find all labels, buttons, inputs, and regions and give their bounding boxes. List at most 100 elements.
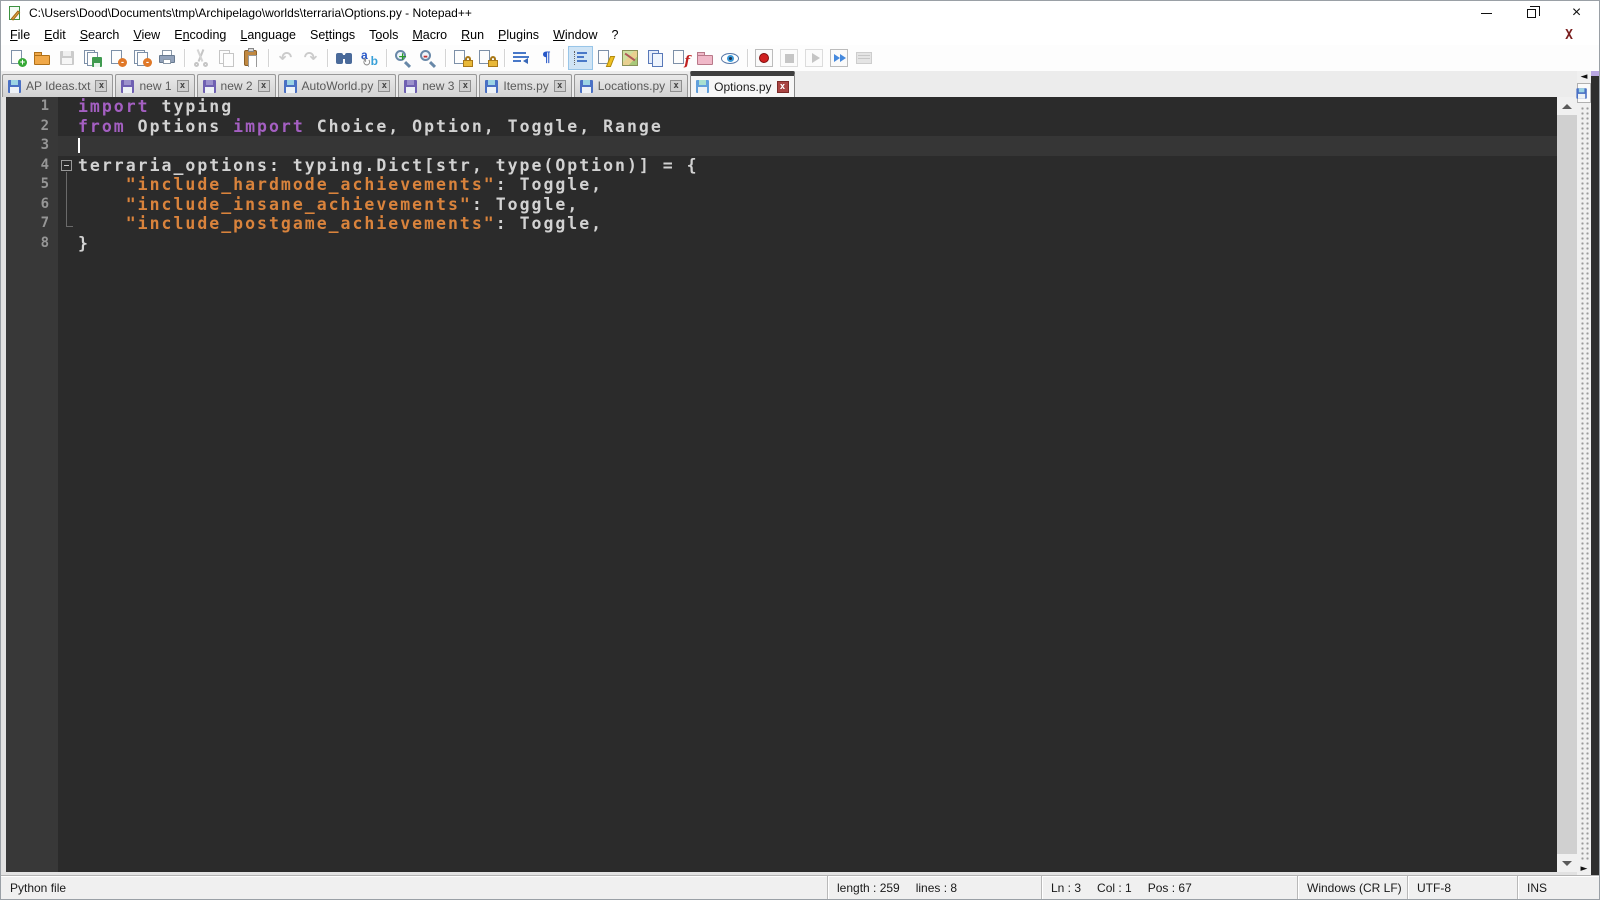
show-all-characters-icon[interactable]: ¶ — [535, 47, 558, 69]
menu-help[interactable]: ? — [605, 26, 626, 44]
menu-run[interactable]: Run — [454, 26, 491, 44]
word-wrap-icon[interactable] — [510, 47, 533, 69]
document-close-icon[interactable]: X — [1565, 28, 1573, 43]
close-tab-icon[interactable]: x — [95, 80, 108, 92]
close-tab-icon[interactable]: x — [378, 80, 391, 92]
close-tab-icon[interactable]: x — [670, 80, 683, 92]
tab-new-3[interactable]: new 3 x — [398, 74, 478, 97]
docked-panel-tab[interactable] — [1576, 83, 1591, 103]
menu-plugins[interactable]: Plugins — [491, 26, 546, 44]
status-eol: Windows (CR LF) — [1307, 880, 1402, 895]
menu-language[interactable]: Language — [233, 26, 303, 44]
code-text: } — [78, 233, 90, 253]
close-tab-icon[interactable]: x — [176, 80, 189, 92]
arrow-up-icon — [1562, 103, 1572, 109]
docked-panel-body — [1591, 76, 1599, 875]
status-typing-mode[interactable]: INS — [1527, 881, 1547, 895]
docked-panel-cutoff — [1591, 71, 1599, 875]
menu-tools[interactable]: Tools — [362, 26, 405, 44]
tab-autoworld-py[interactable]: AutoWorld.py x — [277, 74, 397, 97]
splitter-grip[interactable] — [1579, 105, 1589, 861]
macro-play-icon[interactable] — [803, 47, 826, 69]
find-icon[interactable] — [333, 47, 356, 69]
save-icon[interactable] — [56, 47, 79, 69]
macro-save-icon[interactable] — [853, 47, 876, 69]
close-button[interactable]: × — [1554, 1, 1599, 25]
paste-icon[interactable] — [240, 47, 263, 69]
tab-new-2[interactable]: new 2 x — [196, 74, 276, 97]
indent-guide-icon[interactable] — [568, 46, 593, 70]
fold-guide — [66, 226, 73, 227]
redo-icon[interactable]: ↷ — [299, 47, 322, 69]
scroll-down-button[interactable] — [1557, 854, 1577, 872]
zoom-in-icon[interactable]: + — [392, 47, 415, 69]
code-line: 7 "include_postgame_achievements": Toggl… — [6, 214, 1557, 234]
function-list-icon[interactable]: f — [669, 47, 692, 69]
monitoring-icon[interactable] — [719, 47, 742, 69]
panel-collapse-right-icon[interactable]: ► — [1581, 863, 1588, 875]
cut-icon[interactable] — [190, 47, 213, 69]
open-folder-icon[interactable] — [31, 47, 54, 69]
undo-icon[interactable]: ↶ — [274, 47, 297, 69]
line-number: 4 — [6, 155, 58, 175]
menu-search[interactable]: Search — [73, 26, 127, 44]
close-all-icon[interactable]: - — [131, 47, 154, 69]
macro-stop-icon[interactable] — [778, 47, 801, 69]
new-file-icon[interactable]: + — [6, 47, 29, 69]
document-map-icon[interactable] — [619, 47, 642, 69]
fold-collapse-icon[interactable] — [61, 159, 72, 171]
close-tab-icon[interactable]: x — [459, 80, 472, 92]
restore-button[interactable] — [1509, 1, 1554, 25]
menu-window[interactable]: Window — [546, 26, 604, 44]
menu-view[interactable]: View — [126, 26, 167, 44]
macro-record-icon[interactable] — [753, 47, 776, 69]
code-text: terraria_options: typing.Dict[str, type(… — [78, 155, 699, 175]
vertical-scrollbar[interactable] — [1557, 97, 1577, 872]
sync-vertical-icon[interactable] — [451, 47, 474, 69]
folder-as-workspace-icon[interactable] — [694, 47, 717, 69]
replace-icon[interactable]: a b ↻ — [358, 47, 381, 69]
print-icon[interactable] — [156, 47, 179, 69]
user-defined-language-icon[interactable] — [594, 47, 617, 69]
tab-new-1[interactable]: new 1 x — [115, 74, 195, 97]
tab-items-py[interactable]: Items.py x — [479, 74, 572, 97]
tab-options-py[interactable]: Options.py x — [690, 71, 795, 97]
panel-splitter[interactable]: ◄ ► — [1576, 71, 1591, 875]
close-file-icon[interactable]: - — [106, 47, 129, 69]
copy-icon[interactable] — [215, 47, 238, 69]
close-tab-icon[interactable]: x — [553, 80, 566, 92]
code-text — [76, 136, 1557, 156]
code-line: 6 "include_insane_achievements": Toggle, — [6, 194, 1557, 214]
fold-guide — [66, 194, 67, 214]
document-list-icon[interactable] — [644, 47, 667, 69]
minimize-button[interactable] — [1464, 1, 1509, 25]
editor-empty-area[interactable] — [6, 253, 1557, 872]
menu-macro[interactable]: Macro — [405, 26, 454, 44]
fold-margin — [58, 253, 76, 872]
zoom-out-icon[interactable]: - — [417, 47, 440, 69]
status-line: Ln : 3 — [1051, 880, 1082, 895]
scroll-up-button[interactable] — [1557, 97, 1577, 115]
tab-scroll-left-icon[interactable]: ◄ — [1581, 71, 1588, 83]
tab-label: new 1 — [139, 79, 172, 93]
minimize-icon — [1481, 12, 1492, 14]
tab-locations-py[interactable]: Locations.py x — [573, 74, 689, 97]
window-title: C:\Users\Dood\Documents\tmp\Archipelago\… — [29, 6, 472, 20]
code-line: 2 from Options import Choice, Option, Tog… — [6, 116, 1557, 136]
menu-edit[interactable]: Edit — [37, 26, 73, 44]
code-text: "include_postgame_achievements": Toggle, — [125, 214, 604, 233]
sync-horizontal-icon[interactable] — [476, 47, 499, 69]
menu-encoding[interactable]: Encoding — [167, 26, 233, 44]
close-tab-icon[interactable]: x — [776, 80, 789, 93]
code-area[interactable]: 1 import typing 2 from Options import Choic… — [6, 97, 1557, 872]
tab-ap-ideas-txt[interactable]: AP Ideas.txt x — [2, 74, 114, 97]
macro-run-multiple-icon[interactable] — [828, 47, 851, 69]
close-tab-icon[interactable]: x — [257, 80, 270, 92]
fold-guide — [66, 175, 67, 195]
scrollbar-thumb[interactable] — [1557, 115, 1577, 854]
fold-margin[interactable] — [58, 156, 76, 175]
save-all-icon[interactable] — [81, 47, 104, 69]
menu-file[interactable]: File — [3, 26, 37, 44]
menu-settings[interactable]: Settings — [303, 26, 362, 44]
floppy-icon — [8, 79, 22, 93]
